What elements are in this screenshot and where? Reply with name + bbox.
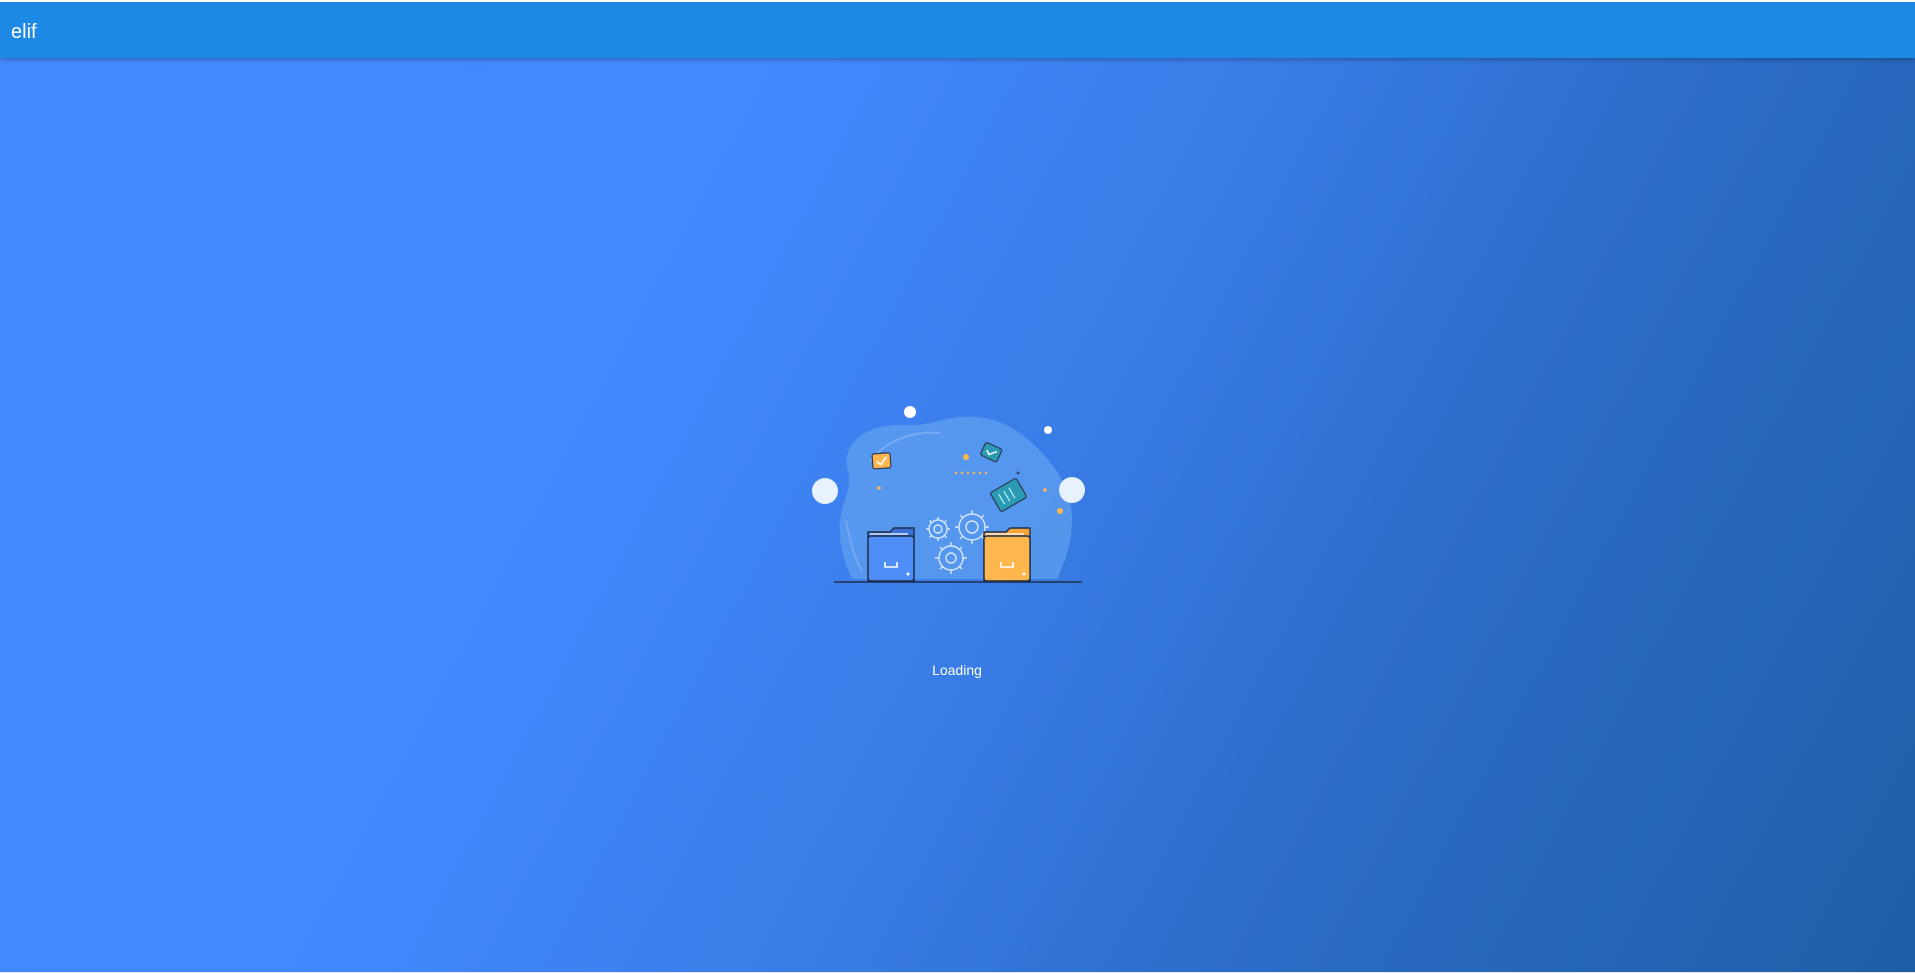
folders-gears-illustration [810, 401, 1090, 587]
app-bar: elif [0, 2, 1915, 58]
app-title: elif [11, 21, 37, 43]
loading-label: Loading [932, 662, 982, 678]
